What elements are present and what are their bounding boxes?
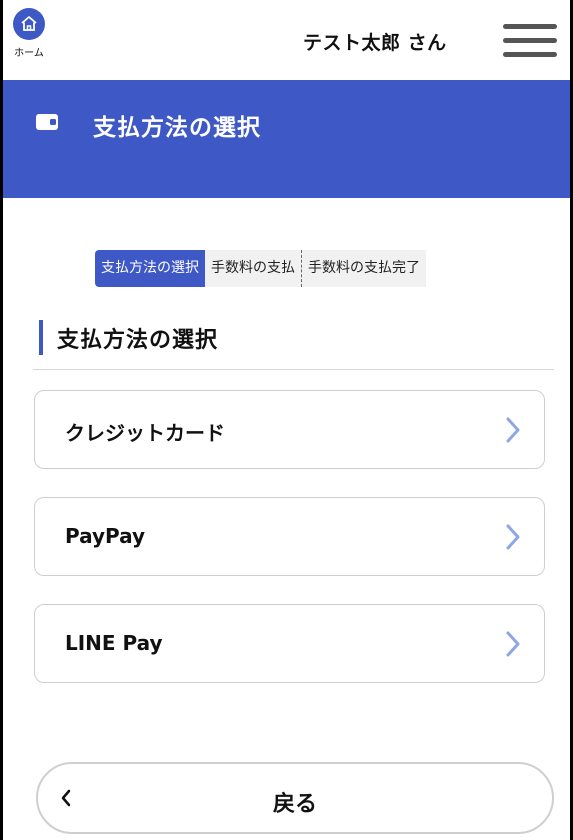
chevron-right-icon: [506, 631, 520, 661]
step-payment-complete: 手数料の支払完了: [301, 250, 426, 287]
user-name: テスト太郎 さん: [303, 32, 447, 54]
wallet-icon: [35, 112, 59, 136]
option-label: PayPay: [65, 524, 146, 548]
section-accent-bar: [39, 320, 43, 355]
step-select-method: 支払方法の選択: [95, 250, 205, 287]
chevron-right-icon: [506, 417, 520, 447]
hamburger-menu-icon[interactable]: [503, 24, 557, 64]
top-bar: ホーム テスト太郎 さん: [3, 0, 570, 80]
home-icon: [13, 8, 45, 40]
page-title: 支払方法の選択: [93, 115, 261, 141]
back-label: 戻る: [272, 792, 317, 817]
progress-steps: 支払方法の選択 手数料の支払 手数料の支払完了: [95, 250, 426, 287]
screen: ホーム テスト太郎 さん 支払方法の選択 支払方法の選択 手数料の支払 手数料の…: [3, 0, 570, 840]
page-header-banner: 支払方法の選択: [3, 80, 570, 198]
home-label: ホーム: [14, 48, 44, 59]
back-button[interactable]: 戻る: [36, 762, 554, 834]
home-button[interactable]: ホーム: [9, 8, 49, 68]
option-label: LINE Pay: [65, 631, 163, 655]
option-line-pay[interactable]: LINE Pay: [34, 604, 545, 683]
chevron-right-icon: [506, 524, 520, 554]
section-title: 支払方法の選択: [57, 328, 219, 353]
option-paypay[interactable]: PayPay: [34, 497, 545, 576]
section-heading: 支払方法の選択: [33, 312, 554, 370]
step-pay-fee: 手数料の支払: [205, 250, 301, 287]
option-credit-card[interactable]: クレジットカード: [34, 390, 545, 469]
option-label: クレジットカード: [65, 421, 225, 445]
